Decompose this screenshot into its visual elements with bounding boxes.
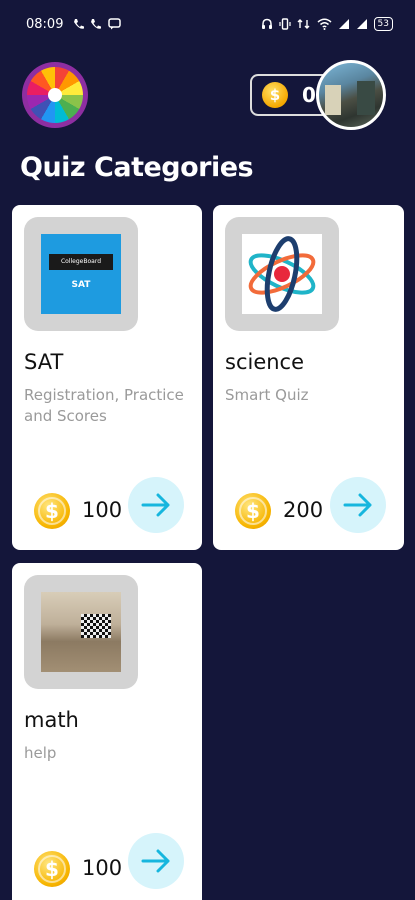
category-card-sat[interactable]: CollegeBoard SAT SAT Registration, Pract… [12,205,202,550]
avatar[interactable] [316,60,386,130]
call-icon [74,19,85,29]
start-quiz-button[interactable] [330,477,386,533]
avatar-photo-detail [357,81,375,115]
sat-logo-text: SAT [71,280,91,290]
category-card-science[interactable]: science Smart Quiz $ 200 [213,205,404,550]
vibrate-icon [278,18,291,30]
sat-image: CollegeBoard SAT [41,234,121,314]
wifi-icon [317,18,332,30]
page-title: Quiz Categories [20,152,254,183]
category-price: 100 [82,856,123,880]
message-icon [108,18,122,30]
category-price: 100 [82,498,123,522]
category-card-math[interactable]: math help $ 100 [12,563,202,900]
coin-icon: $ [262,82,288,108]
category-name: science [225,350,305,374]
status-bar: 08:09 53 [0,0,415,48]
arrow-right-icon [141,849,170,873]
spin-wheel-icon [27,67,83,123]
coin-icon: $ [34,493,70,529]
headset-icon [261,18,272,29]
category-thumbnail [225,217,339,331]
category-thumbnail [24,575,138,689]
spin-wheel-button[interactable] [22,62,88,128]
arrow-right-icon [343,493,372,517]
category-name: SAT [24,350,64,374]
category-thumbnail: CollegeBoard SAT [24,217,138,331]
coin-icon: $ [34,851,70,887]
category-description: help [24,744,57,762]
signal-icon [338,19,349,29]
atom-icon [248,236,316,312]
wheel-hub [48,88,62,102]
coin-icon: $ [235,493,271,529]
status-time: 08:09 [26,16,64,32]
science-image [242,234,322,314]
arrow-right-icon [141,493,170,517]
signal-icon [356,19,367,29]
phone-icon [91,19,102,29]
coin-count: 0 [302,83,316,107]
avatar-photo-detail [325,85,341,115]
data-icon [297,19,310,29]
category-price: 200 [283,498,324,522]
category-description: Registration, Practice and Scores [24,386,184,425]
category-description: Smart Quiz [225,386,309,404]
battery-level: 53 [373,17,393,31]
math-image [41,592,121,672]
collegeboard-logo: CollegeBoard [49,254,113,270]
start-quiz-button[interactable] [128,833,184,889]
category-name: math [24,708,79,732]
math-image-detail [81,614,111,638]
start-quiz-button[interactable] [128,477,184,533]
